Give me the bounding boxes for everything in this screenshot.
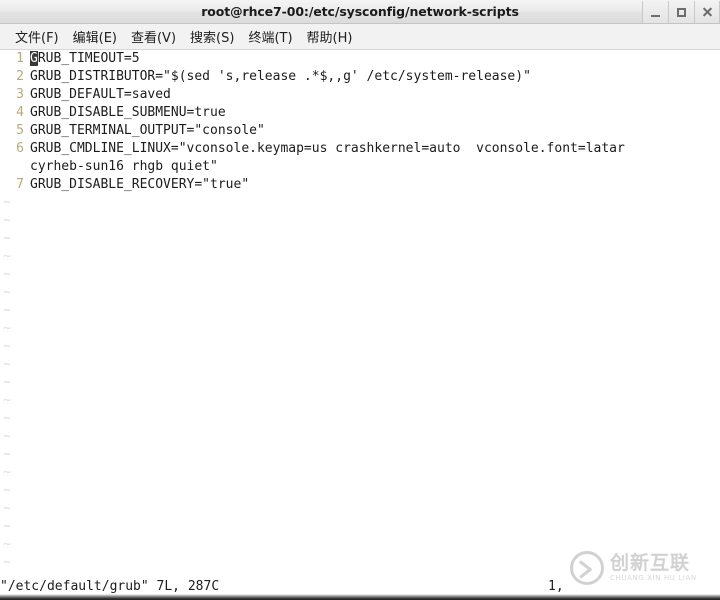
empty-line-marker-row: ~ [0,248,720,266]
terminal-window: root@rhce7-00:/etc/sysconfig/network-scr… [0,0,720,600]
menu-item-terminal[interactable]: 终端(T) [241,25,299,49]
text-cursor: G [30,51,38,66]
tilde-icon: ~ [3,465,11,480]
window-bottom-border [0,594,720,600]
empty-line-marker-row: ~ [0,518,720,536]
empty-line-marker-row: ~ [0,446,720,464]
tilde-icon: ~ [3,321,11,336]
tilde-icon: ~ [3,303,11,318]
tilde-icon: ~ [3,231,11,246]
editor-line: 2 GRUB_DISTRIBUTOR="$(sed 's,release .*$,… [0,68,720,86]
line-number: 4 [16,105,24,120]
empty-line-marker-row: ~ [0,554,720,572]
menu-item-file[interactable]: 文件(F) [8,25,66,49]
tilde-icon: ~ [3,357,11,372]
tilde-icon: ~ [3,249,11,264]
maximize-icon [677,7,686,17]
line-text: GRUB_CMDLINE_LINUX="vconsole.keymap=us c… [30,141,625,156]
line-number: 7 [16,177,24,192]
line-number: 3 [16,87,24,102]
minimize-icon [651,14,660,17]
tilde-icon: ~ [3,195,11,210]
title-bar[interactable]: root@rhce7-00:/etc/sysconfig/network-scr… [0,0,720,24]
line-text: GRUB_DEFAULT=saved [30,87,171,102]
menu-bar: 文件(F) 编辑(E) 查看(V) 搜索(S) 终端(T) 帮助(H) [0,24,720,50]
editor-line: 4 GRUB_DISABLE_SUBMENU=true [0,104,720,122]
empty-line-marker-row: ~ [0,194,720,212]
tilde-icon: ~ [3,519,11,534]
empty-line-marker-row: ~ [0,266,720,284]
tilde-icon: ~ [3,375,11,390]
menu-item-help[interactable]: 帮助(H) [300,25,360,49]
empty-line-marker-row: ~ [0,464,720,482]
empty-line-marker-row: ~ [0,410,720,428]
empty-line-marker-row: ~ [0,212,720,230]
empty-line-marker-row: ~ [0,320,720,338]
empty-line-marker-row: ~ [0,230,720,248]
tilde-icon: ~ [3,483,11,498]
line-number: 5 [16,123,24,138]
tilde-icon: ~ [3,393,11,408]
line-text: GRUB_DISABLE_SUBMENU=true [30,105,226,120]
menu-item-edit[interactable]: 编辑(E) [66,25,124,49]
empty-line-marker-row: ~ [0,392,720,410]
line-number: 2 [16,69,24,84]
tilde-icon: ~ [3,501,11,516]
empty-line-marker-row: ~ [0,500,720,518]
tilde-icon: ~ [3,267,11,282]
tilde-icon: ~ [3,555,11,570]
empty-line-marker-row: ~ [0,374,720,392]
editor-lines: 1 GRUB_TIMEOUT=5 2 GRUB_DISTRIBUTOR="$(sed … [0,50,720,194]
menu-item-search[interactable]: 搜索(S) [183,25,241,49]
terminal-screen[interactable]: 1 GRUB_TIMEOUT=5 2 GRUB_DISTRIBUTOR="$(sed … [0,50,720,574]
minimize-button[interactable] [642,1,668,23]
editor-line: 1 GRUB_TIMEOUT=5 [0,50,720,68]
line-number: 6 [16,141,24,156]
menu-item-view[interactable]: 查看(V) [124,25,183,49]
tilde-icon: ~ [3,213,11,228]
close-icon [702,7,713,18]
editor-line: 7 GRUB_DISABLE_RECOVERY="true" [0,176,720,194]
line-text: RUB_TIMEOUT=5 [37,51,140,66]
editor-line: 3 GRUB_DEFAULT=saved [0,86,720,104]
window-controls [642,0,720,24]
tilde-icon: ~ [3,285,11,300]
empty-line-marker-row: ~ [0,338,720,356]
editor-line: 6 GRUB_CMDLINE_LINUX="vconsole.keymap=us … [0,140,720,158]
tilde-icon: ~ [3,411,11,426]
window-title: root@rhce7-00:/etc/sysconfig/network-scr… [201,4,519,19]
tilde-icon: ~ [3,447,11,462]
line-text: cyrheb-sun16 rhgb quiet" [30,159,218,174]
line-number: 1 [16,51,24,66]
tilde-icon: ~ [3,429,11,444]
editor-line: 5 GRUB_TERMINAL_OUTPUT="console" [0,122,720,140]
tilde-icon: ~ [3,537,11,552]
empty-line-marker-row: ~ [0,284,720,302]
empty-line-marker-row: ~ [0,302,720,320]
line-text: GRUB_DISABLE_RECOVERY="true" [30,177,250,192]
empty-line-marker-row: ~ [0,428,720,446]
editor-line: cyrheb-sun16 rhgb quiet" [0,158,720,176]
maximize-button[interactable] [668,1,694,23]
empty-line-marker-row: ~ [0,482,720,500]
close-button[interactable] [694,1,720,23]
empty-line-marker-row: ~ [0,536,720,554]
editor-empty-lines: ~ ~ ~ ~ ~ ~ ~ ~ ~ ~ ~ ~ ~ ~ ~ ~ ~ ~ ~ ~ ~ [0,194,720,572]
tilde-icon: ~ [3,339,11,354]
line-text: GRUB_DISTRIBUTOR="$(sed 's,release .*$,,… [30,69,531,84]
empty-line-marker-row: ~ [0,356,720,374]
line-text: GRUB_TERMINAL_OUTPUT="console" [30,123,265,138]
